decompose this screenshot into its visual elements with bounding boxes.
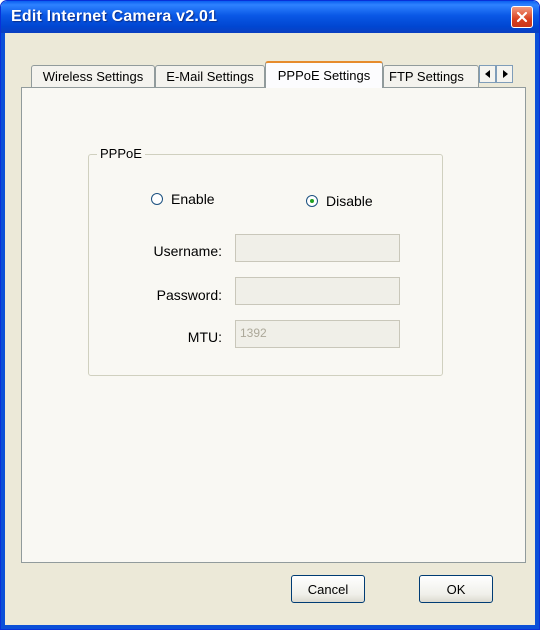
tab-wireless-settings[interactable]: Wireless Settings (31, 65, 155, 87)
password-field[interactable] (235, 277, 400, 305)
tab-pppoe-settings[interactable]: PPPoE Settings (265, 61, 383, 88)
groupbox-title: PPPoE (97, 146, 145, 161)
close-icon (516, 11, 528, 23)
dialog-window: Edit Internet Camera v2.01 Wireless Sett… (0, 0, 540, 630)
window-title: Edit Internet Camera v2.01 (11, 8, 218, 25)
disable-radio-label: Disable (326, 193, 373, 209)
close-button[interactable] (511, 6, 533, 28)
tab-panel-pppoe: PPPoE Enable Disable Username: Password:… (21, 87, 526, 563)
window-frame-bottom (1, 625, 539, 629)
tab-scroll-right-button[interactable] (496, 65, 513, 83)
pppoe-groupbox: PPPoE Enable Disable Username: Password:… (88, 146, 443, 376)
enable-radio[interactable]: Enable (151, 191, 215, 207)
title-bar[interactable]: Edit Internet Camera v2.01 (1, 1, 539, 33)
cancel-button[interactable]: Cancel (291, 575, 365, 603)
arrow-left-icon (484, 70, 490, 78)
password-label: Password: (156, 287, 222, 303)
username-label: Username: (153, 243, 222, 259)
enable-radio-label: Enable (171, 191, 215, 207)
enable-radio-circle[interactable] (151, 193, 163, 205)
mtu-label: MTU: (187, 329, 222, 345)
tab-strip: Wireless Settings E-Mail Settings PPPoE … (21, 61, 531, 88)
disable-radio-circle[interactable] (306, 195, 318, 207)
window-frame-right (535, 33, 539, 629)
tab-ftp-settings[interactable]: FTP Settings (383, 65, 479, 87)
mtu-field[interactable]: 1392 (235, 320, 400, 348)
username-field[interactable] (235, 234, 400, 262)
ok-button[interactable]: OK (419, 575, 493, 603)
window-frame-left (1, 33, 5, 629)
disable-radio[interactable]: Disable (306, 193, 373, 209)
arrow-right-icon (502, 70, 508, 78)
tab-scroll-left-button[interactable] (479, 65, 496, 83)
tab-email-settings[interactable]: E-Mail Settings (155, 65, 265, 87)
